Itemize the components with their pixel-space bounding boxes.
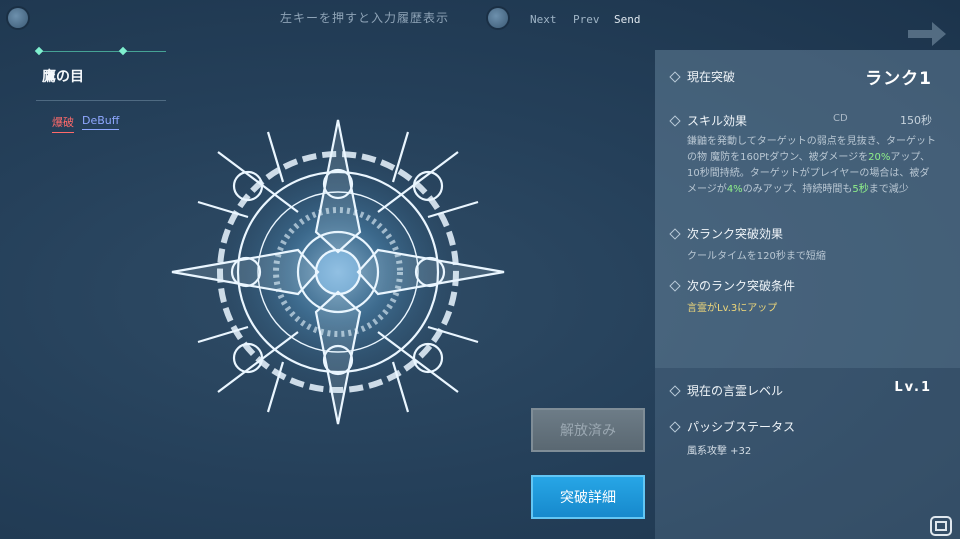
passive-status-label: パッシブステータス bbox=[687, 420, 796, 434]
skill-name: 鷹の目 bbox=[42, 69, 84, 85]
diamond-icon bbox=[669, 385, 681, 397]
next-effect-description: クールタイムを120秒まで短縮 bbox=[687, 251, 826, 262]
input-history-hint: 左キーを押すと入力履歴表示 bbox=[280, 11, 450, 25]
passive-status-value: 風系攻撃 +32 bbox=[687, 446, 752, 457]
next-link[interactable]: Next bbox=[530, 13, 557, 26]
kotodama-level-value: Lv.1 bbox=[894, 380, 932, 395]
skill-effect-description: 鎌鼬を発動してターゲットの弱点を見抜き、ターゲットの物 魔防を160Ptダウン、… bbox=[687, 136, 936, 195]
input-circle-icon[interactable] bbox=[488, 8, 508, 28]
current-rank-value: ランク1 bbox=[865, 69, 932, 89]
next-condition-description: 言霊がLv.3にアップ bbox=[687, 303, 778, 314]
prev-link[interactable]: Prev bbox=[573, 13, 600, 26]
logo-icon bbox=[930, 516, 952, 536]
skill-effect-label: スキル効果 bbox=[687, 114, 748, 128]
current-break-label: 現在突破 bbox=[687, 70, 736, 84]
send-link[interactable]: Send bbox=[614, 13, 641, 26]
menu-circle-icon[interactable] bbox=[8, 8, 28, 28]
cd-label: CD bbox=[833, 113, 848, 124]
break-detail-button[interactable]: 突破詳細 bbox=[531, 475, 645, 519]
kotodama-level-label: 現在の言霊レベル bbox=[687, 384, 784, 398]
next-condition-label: 次のランク突破条件 bbox=[687, 279, 796, 293]
arrow-right-icon[interactable] bbox=[906, 18, 948, 50]
diamond-icon bbox=[669, 421, 681, 433]
tag-debuff: DeBuff bbox=[82, 114, 120, 130]
top-bar: 左キーを押すと入力履歴表示 Next Prev Send bbox=[0, 0, 960, 46]
tag-explosion: 爆破 bbox=[52, 114, 74, 133]
skill-info-panel: 現在突破 ランク1 スキル効果 CD 150秒 鎌鼬を発動してターゲットの弱点を… bbox=[655, 50, 960, 539]
panel-top-section bbox=[655, 50, 960, 368]
next-effect-label: 次ランク突破効果 bbox=[687, 227, 784, 241]
divider bbox=[36, 100, 166, 101]
cd-value: 150秒 bbox=[900, 114, 932, 127]
released-button[interactable]: 解放済み bbox=[531, 408, 645, 452]
star-compass-emblem bbox=[171, 119, 505, 425]
